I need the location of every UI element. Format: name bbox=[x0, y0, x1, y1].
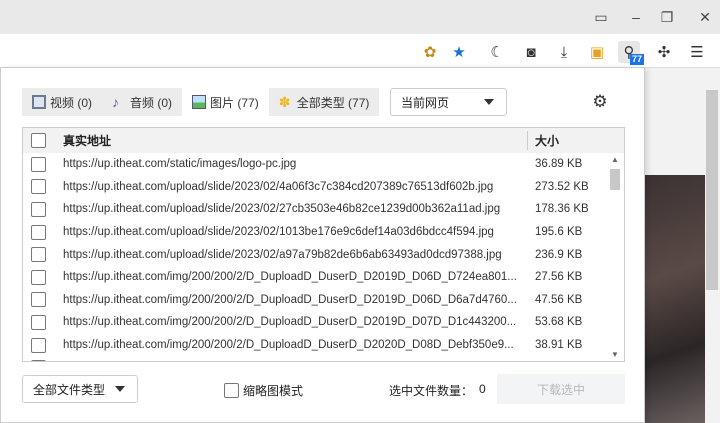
music-note-icon: ♪ bbox=[112, 94, 120, 110]
table-row[interactable]: https://up.itheat.com/img/200/200/2/D_Du… bbox=[23, 334, 624, 357]
row-checkbox[interactable] bbox=[31, 179, 46, 195]
row-size: 27.56 KB bbox=[535, 271, 583, 284]
bee-extension-icon[interactable]: ✿ bbox=[419, 41, 441, 63]
thumbnail-mode-checkbox[interactable] bbox=[224, 383, 239, 398]
row-url: https://up.itheat.com/img/200/200/2/D_Du… bbox=[63, 316, 517, 329]
tab-images[interactable]: 图片 (77) bbox=[182, 88, 269, 116]
restore-icon[interactable]: ❐ bbox=[656, 6, 678, 28]
row-size: 273.52 KB bbox=[535, 180, 589, 193]
night-mode-icon[interactable]: ☾ bbox=[486, 41, 508, 63]
row-checkbox[interactable] bbox=[31, 314, 46, 330]
row-url: https://up.itheat.com/upload/slide/2023/… bbox=[63, 248, 502, 261]
row-checkbox[interactable] bbox=[31, 156, 46, 172]
header-size: 大小 bbox=[535, 134, 560, 148]
minimize-icon[interactable]: – bbox=[625, 6, 647, 28]
layout-icon[interactable]: ▭ bbox=[590, 6, 612, 28]
row-checkbox[interactable] bbox=[31, 201, 46, 217]
type-tabs: 视频 (0) ♪ 音频 (0) 图片 (77) ✽ 全部类型 (77) bbox=[22, 88, 380, 116]
row-checkbox[interactable] bbox=[31, 292, 46, 308]
window-title-bar: ▭ – ❐ ✕ bbox=[0, 0, 720, 34]
menu-icon[interactable]: ☰ bbox=[686, 41, 708, 63]
resource-table: 真实地址 大小 https://up.itheat.com/static/ima… bbox=[22, 127, 625, 362]
table-row[interactable]: https://up.itheat.com/upload/slide/2023/… bbox=[23, 221, 624, 244]
tab-label: 图片 (77) bbox=[210, 95, 259, 110]
film-icon bbox=[32, 95, 46, 109]
screenshot-icon[interactable]: ◙ bbox=[520, 41, 542, 63]
reader-extension-icon[interactable]: ▣ bbox=[586, 41, 608, 63]
row-size: 236.9 KB bbox=[535, 248, 583, 261]
row-url: https://up.itheat.com/img/200/200/2/D_Du… bbox=[63, 271, 517, 284]
row-checkbox[interactable] bbox=[31, 247, 46, 263]
tab-all-types[interactable]: ✽ 全部类型 (77) bbox=[269, 88, 380, 116]
row-url: https://up.itheat.com/upload/slide/2023/… bbox=[63, 226, 494, 239]
file-type-value: 全部文件类型 bbox=[33, 382, 106, 397]
table-row[interactable]: https://up.itheat.com/upload/slide/2023/… bbox=[23, 176, 624, 199]
row-size: 36.89 KB bbox=[535, 158, 583, 171]
chevron-down-icon bbox=[484, 99, 494, 105]
table-row[interactable]: https://up.itheat.com/static/images/logo… bbox=[23, 153, 624, 176]
selected-count-value: 0 bbox=[479, 382, 486, 396]
tab-audio[interactable]: ♪ 音频 (0) bbox=[102, 88, 182, 116]
row-url: https://up.itheat.com/upload/slide/2023/… bbox=[63, 203, 501, 216]
table-row[interactable]: https://up.itheat.com/upload/slide/2023/… bbox=[23, 243, 624, 266]
row-size: 53.68 KB bbox=[535, 316, 583, 329]
tab-label: 音频 (0) bbox=[130, 95, 173, 110]
asterisk-flower-icon: ✽ bbox=[278, 94, 291, 110]
table-header: 真实地址 大小 bbox=[23, 128, 624, 153]
tab-video[interactable]: 视频 (0) bbox=[22, 88, 102, 116]
column-divider[interactable] bbox=[527, 131, 528, 150]
row-checkbox[interactable] bbox=[31, 360, 46, 361]
thumbnail-mode-toggle[interactable]: 缩略图模式 bbox=[224, 382, 303, 399]
image-icon bbox=[192, 95, 207, 109]
bookmark-star-icon[interactable]: ★ bbox=[448, 41, 470, 63]
row-checkbox[interactable] bbox=[31, 269, 46, 285]
row-checkbox[interactable] bbox=[31, 337, 46, 353]
tab-label: 全部类型 (77) bbox=[296, 95, 370, 110]
thumbnail-mode-label: 缩略图模式 bbox=[243, 384, 304, 398]
scroll-up-arrow-icon[interactable]: ▲ bbox=[611, 155, 619, 164]
row-size: 195.6 KB bbox=[535, 226, 583, 239]
close-icon[interactable]: ✕ bbox=[694, 6, 716, 28]
browser-toolbar: ✿ ★ ☾ ◙ ⤓ ▣ ⚲ 77 ✣ ☰ bbox=[0, 34, 720, 68]
table-row[interactable]: https://up.itheat.com/upload/slide/2023/… bbox=[23, 198, 624, 221]
scrollbar-thumb[interactable] bbox=[610, 169, 620, 190]
row-url: https://up.itheat.com/img/200/200/2/D_Du… bbox=[63, 339, 514, 352]
table-row[interactable]: https://up.itheat.com/img/200/200/2/D_Du… bbox=[23, 289, 624, 312]
page-scrollbar[interactable] bbox=[706, 90, 718, 290]
scope-select[interactable]: 当前网页 bbox=[390, 88, 507, 116]
row-checkbox[interactable] bbox=[31, 224, 46, 240]
row-size: 38.91 KB bbox=[535, 339, 583, 352]
row-size: 178.36 KB bbox=[535, 203, 589, 216]
extension-badge: 77 bbox=[630, 54, 645, 65]
selected-count: 选中文件数量： 0 bbox=[389, 382, 486, 399]
header-url: 真实地址 bbox=[63, 134, 112, 148]
tab-label: 视频 (0) bbox=[50, 95, 93, 110]
page-image bbox=[645, 175, 705, 423]
select-all-checkbox[interactable] bbox=[31, 133, 46, 148]
table-row-partial bbox=[23, 356, 624, 361]
row-url: https://up.itheat.com/static/images/logo… bbox=[63, 158, 297, 171]
row-url: https://up.itheat.com/img/200/200/2/D_Du… bbox=[63, 293, 517, 306]
file-type-select[interactable]: 全部文件类型 bbox=[22, 375, 138, 403]
table-scrollbar[interactable]: ▲ ▼ bbox=[608, 153, 622, 361]
resource-sniffer-extension-icon[interactable]: ⚲ 77 bbox=[618, 41, 645, 65]
row-size: 47.56 KB bbox=[535, 293, 583, 306]
row-url: https://up.itheat.com/upload/slide/2023/… bbox=[63, 180, 494, 193]
table-row[interactable]: https://up.itheat.com/img/200/200/2/D_Du… bbox=[23, 311, 624, 334]
extensions-puzzle-icon[interactable]: ✣ bbox=[653, 41, 675, 63]
download-selected-button[interactable]: 下载选中 bbox=[497, 374, 625, 404]
settings-gear-icon[interactable]: ⚙ bbox=[590, 92, 610, 112]
chevron-down-icon bbox=[115, 386, 125, 392]
scroll-down-arrow-icon[interactable]: ▼ bbox=[611, 350, 619, 359]
scope-select-value: 当前网页 bbox=[401, 95, 450, 110]
download-icon[interactable]: ⤓ bbox=[553, 41, 575, 63]
table-row[interactable]: https://up.itheat.com/img/200/200/2/D_Du… bbox=[23, 266, 624, 289]
selected-count-label: 选中文件数量： bbox=[389, 384, 474, 398]
